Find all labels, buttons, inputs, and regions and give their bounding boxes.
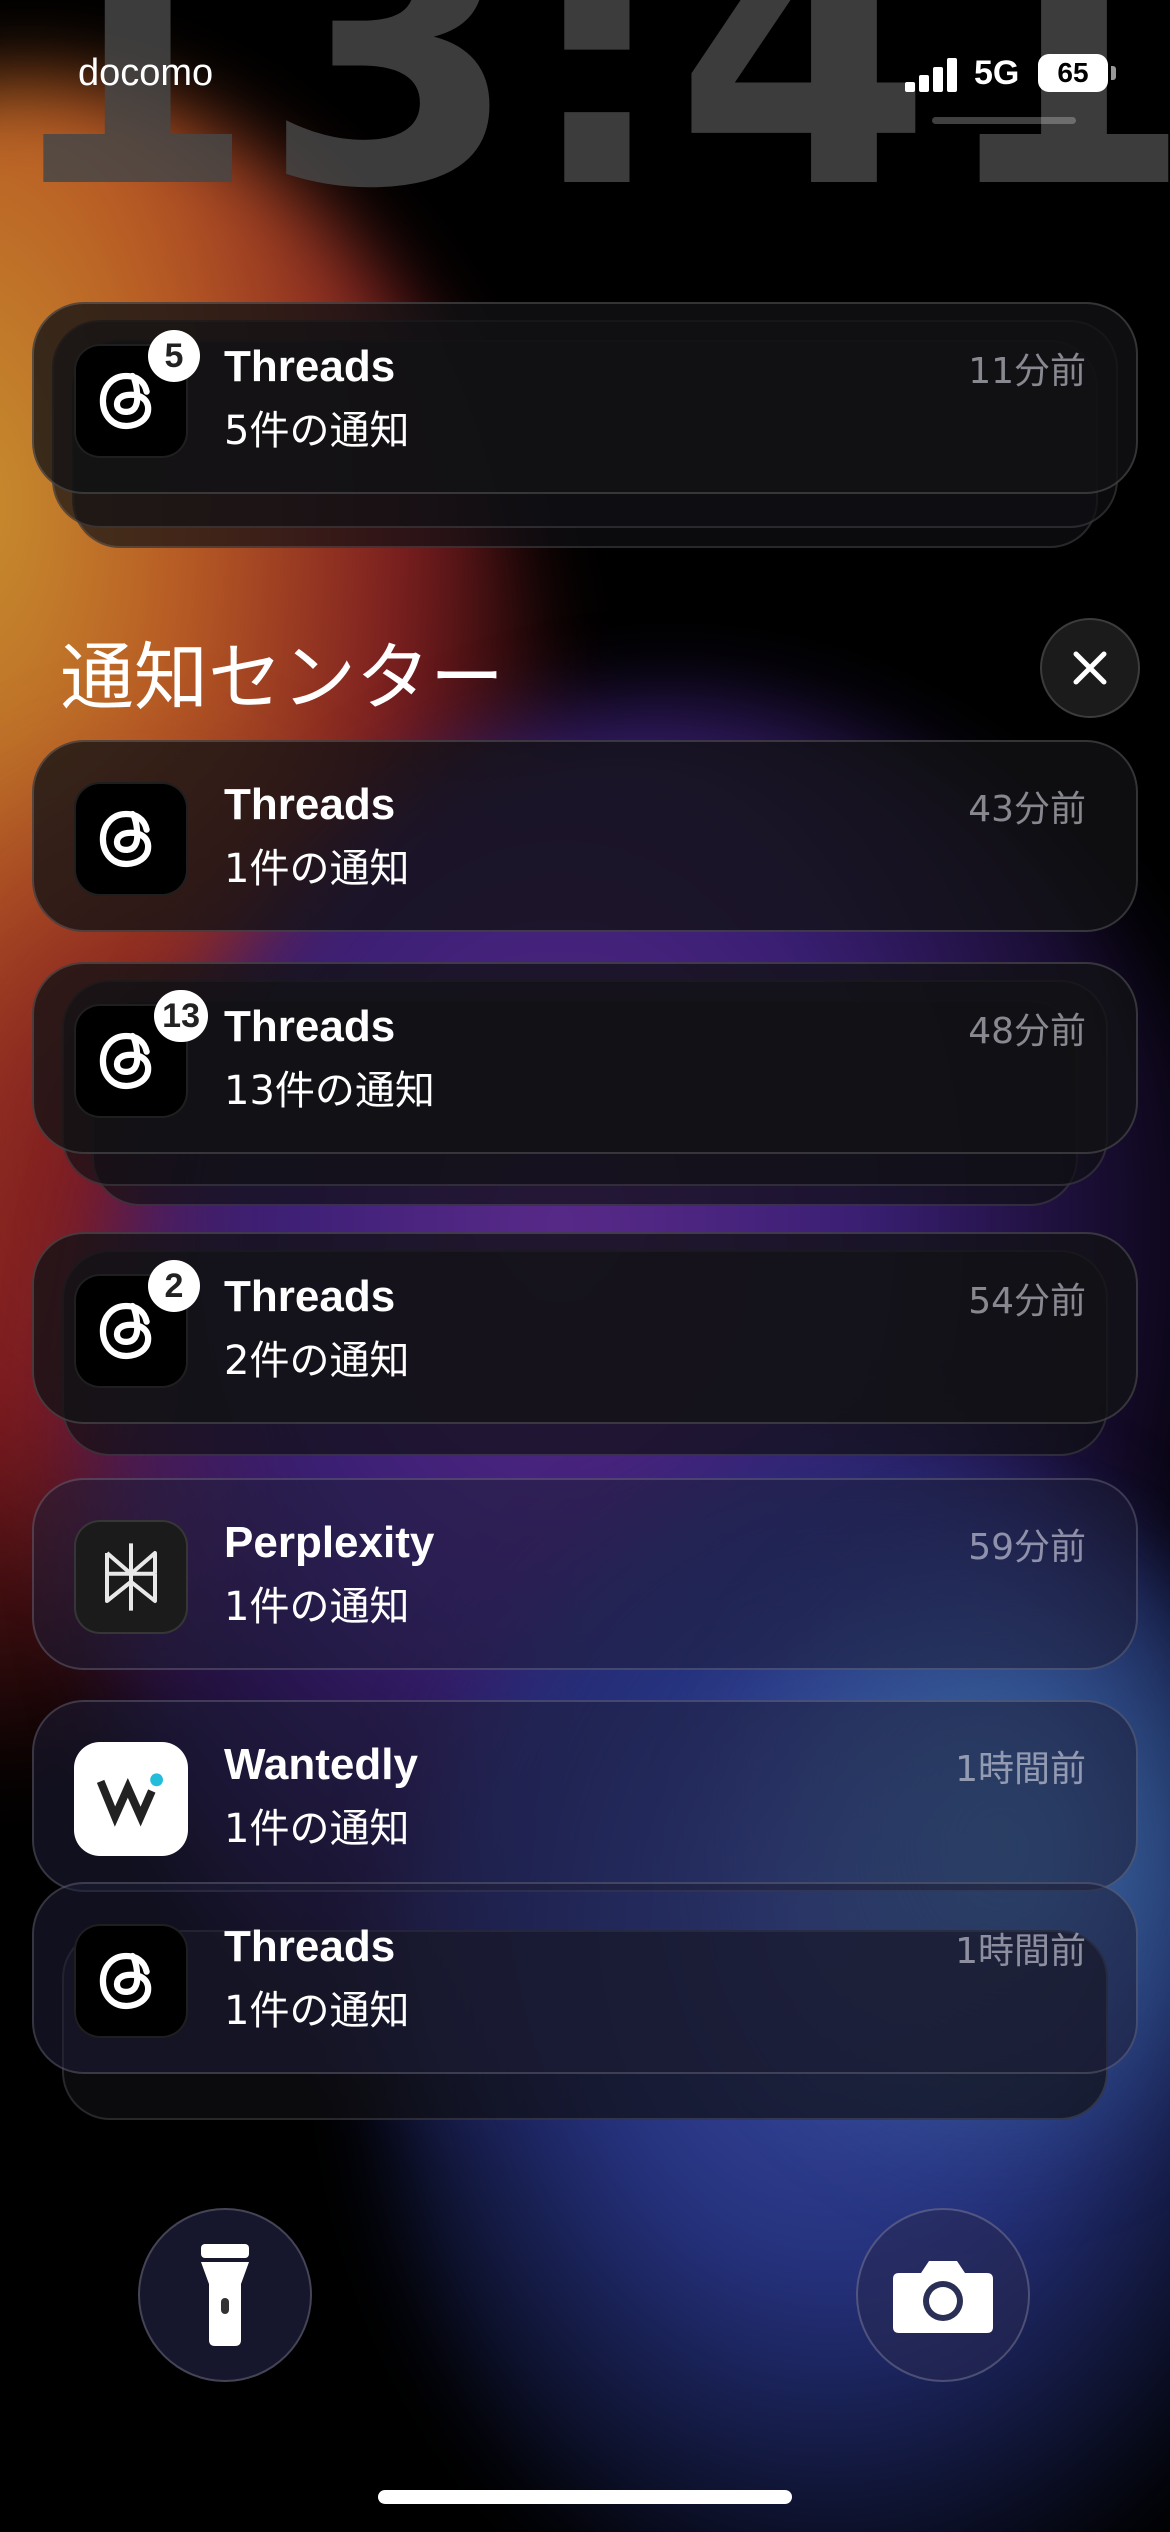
notification-time: 1時間前 [955, 1749, 1086, 1790]
notification-count-badge: 13 [154, 990, 208, 1042]
signal-icon [905, 58, 961, 92]
notification-threads-6[interactable]: Threads 1件の通知 1時間前 [32, 1882, 1138, 2074]
notification-time: 59分前 [968, 1527, 1086, 1568]
notification-threads-1[interactable]: Threads 1件の通知 43分前 [32, 740, 1138, 932]
notification-time: 48分前 [968, 1011, 1086, 1052]
notification-summary: 2件の通知 [224, 1338, 410, 1384]
notification-app-name: Wantedly [224, 1740, 418, 1789]
lock-screen: 13:41 docomo 5G 65 5 Threads 5件の通知 11分前 … [0, 0, 1170, 2532]
notification-count-badge: 2 [148, 1260, 200, 1312]
notification-app-name: Threads [224, 1922, 396, 1971]
carrier-name: docomo [78, 52, 214, 94]
perplexity-icon [74, 1520, 188, 1634]
notification-summary: 13件の通知 [224, 1068, 435, 1114]
notification-wantedly[interactable]: Wantedly 1件の通知 1時間前 [32, 1700, 1138, 1892]
notification-app-name: Threads [224, 780, 396, 829]
notification-time: 54分前 [968, 1281, 1086, 1322]
threads-icon [74, 1924, 188, 2038]
notification-summary: 1件の通知 [224, 846, 410, 892]
notification-time: 11分前 [968, 351, 1086, 392]
notification-stack-threads-2[interactable]: 13 Threads 13件の通知 48分前 [32, 962, 1138, 1154]
battery-icon: 65 [1038, 54, 1108, 92]
notification-summary: 1件の通知 [224, 1806, 410, 1852]
notification-summary: 1件の通知 [224, 1584, 410, 1630]
status-bar: docomo 5G 65 [0, 0, 1170, 150]
flashlight-button[interactable] [138, 2208, 312, 2382]
notification-time: 1時間前 [955, 1931, 1086, 1972]
camera-button[interactable] [856, 2208, 1030, 2382]
close-icon [1073, 651, 1107, 685]
notification-count-badge: 5 [148, 330, 200, 382]
camera-icon [893, 2261, 993, 2333]
notification-stack-threads-3[interactable]: 2 Threads 2件の通知 54分前 [32, 1232, 1138, 1424]
notification-perplexity[interactable]: Perplexity 1件の通知 59分前 [32, 1478, 1138, 1670]
notification-summary: 5件の通知 [224, 408, 410, 454]
flashlight-icon [201, 2244, 249, 2346]
control-center-handle[interactable] [932, 117, 1076, 124]
notification-stack-threads-top[interactable]: 5 Threads 5件の通知 11分前 [32, 302, 1138, 494]
notification-app-name: Threads [224, 1002, 396, 1051]
notification-summary: 1件の通知 [224, 1988, 410, 2034]
notification-center-title: 通知センター [60, 635, 504, 721]
notification-app-name: Threads [224, 342, 396, 391]
threads-icon [74, 782, 188, 896]
battery-level: 65 [1057, 57, 1089, 88]
notification-app-name: Perplexity [224, 1518, 435, 1567]
notification-app-name: Threads [224, 1272, 396, 1321]
network-type: 5G [974, 54, 1020, 92]
notification-time: 43分前 [968, 789, 1086, 830]
threads-icon: 2 [74, 1260, 200, 1388]
threads-icon: 5 [74, 330, 200, 458]
clear-notifications-button[interactable] [1040, 618, 1140, 718]
wantedly-icon [74, 1742, 188, 1856]
threads-icon: 13 [74, 990, 208, 1118]
home-indicator[interactable] [378, 2490, 792, 2504]
